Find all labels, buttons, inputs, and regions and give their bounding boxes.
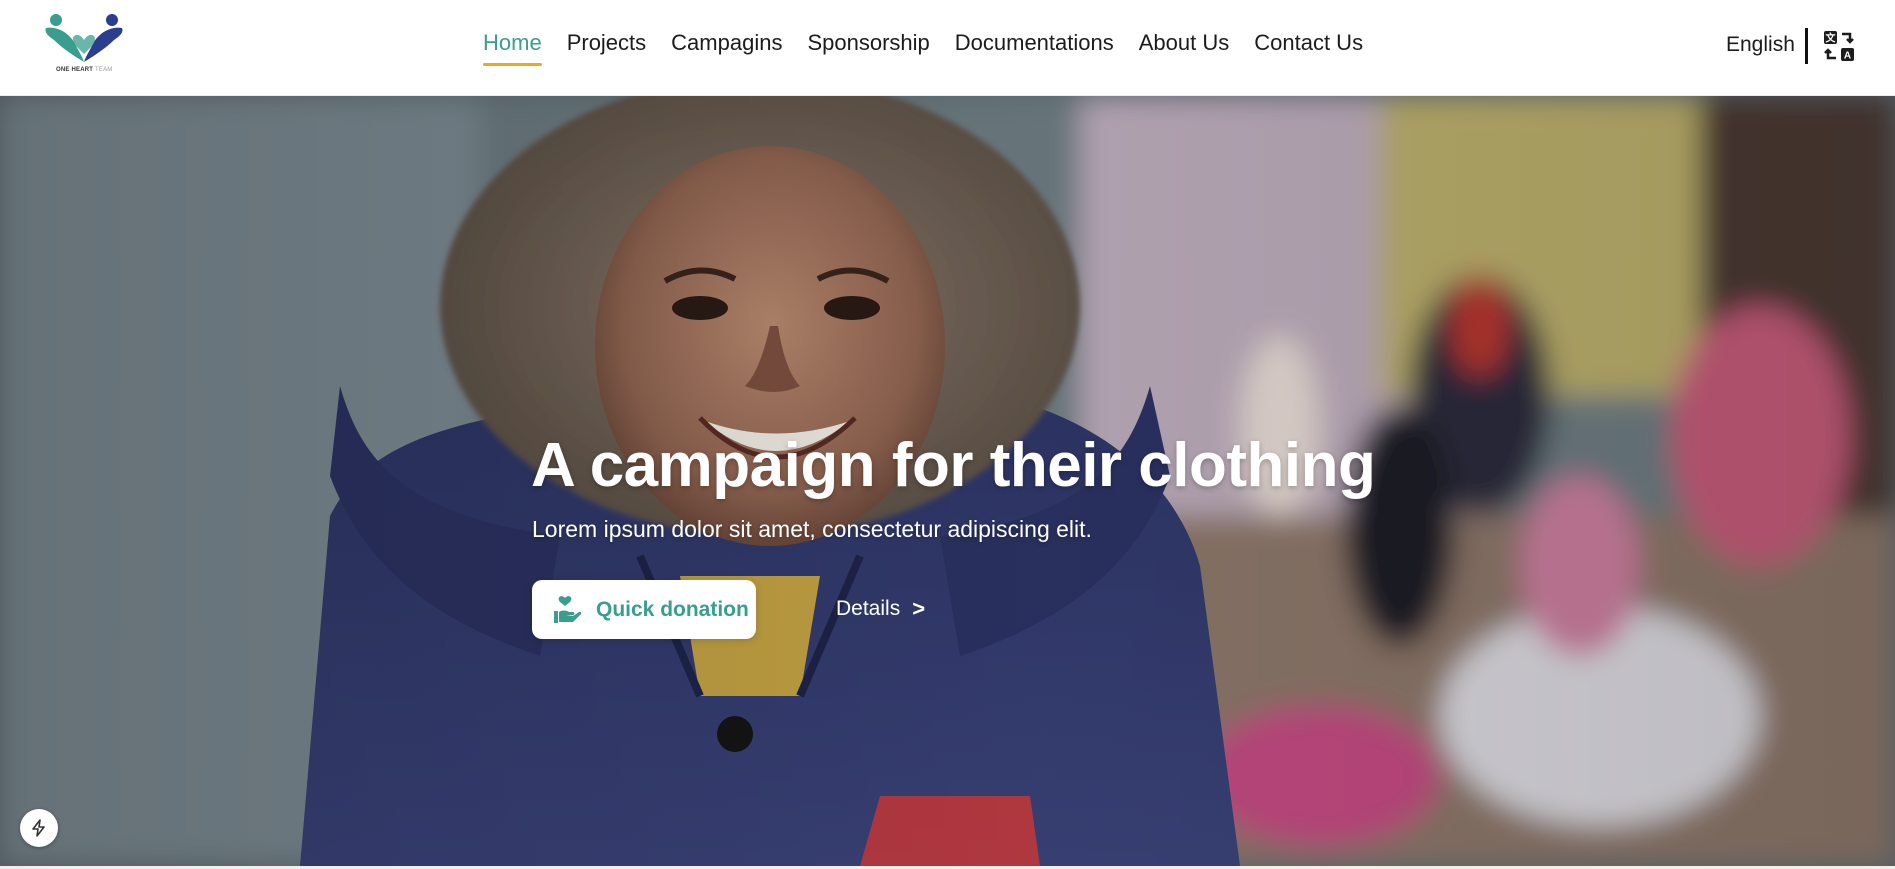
translate-icon[interactable]: 文 A [1822, 28, 1856, 64]
nav-item-campaigns[interactable]: Campagins [671, 30, 782, 66]
quick-donation-button[interactable]: Quick donation [532, 580, 756, 639]
floating-action-button[interactable] [20, 809, 58, 847]
hero-title: A campaign for their clothing [531, 431, 1376, 500]
nav-item-contact-us[interactable]: Contact Us [1254, 30, 1363, 66]
main-nav: Home Projects Campagins Sponsorship Docu… [483, 30, 1388, 66]
logo[interactable]: ONE HEART TEAM [42, 12, 126, 78]
logo-text: ONE HEART TEAM [56, 67, 113, 73]
language-divider [1805, 28, 1808, 64]
svg-text:文: 文 [1826, 32, 1837, 45]
nav-item-home[interactable]: Home [483, 30, 542, 66]
nav-item-about-us[interactable]: About Us [1139, 30, 1230, 66]
nav-item-sponsorship[interactable]: Sponsorship [807, 30, 929, 66]
logo-heart-figures-icon [45, 14, 123, 62]
hand-heart-icon [554, 595, 582, 623]
chevron-right-icon: > [912, 596, 926, 621]
language-selector[interactable]: English [1726, 33, 1795, 57]
hero-section: A campaign for their clothing Lorem ipsu… [0, 96, 1895, 866]
site-header: ONE HEART TEAM Home Projects Campagins S… [0, 0, 1895, 96]
lightning-icon [32, 819, 45, 837]
hero-subtitle: Lorem ipsum dolor sit amet, consectetur … [532, 516, 1092, 542]
nav-item-documentations[interactable]: Documentations [955, 30, 1114, 66]
nav-item-projects[interactable]: Projects [567, 30, 646, 66]
quick-donation-label: Quick donation [596, 597, 749, 621]
details-link[interactable]: Details > [836, 596, 925, 622]
details-label: Details [836, 597, 901, 620]
svg-text:A: A [1844, 51, 1851, 62]
